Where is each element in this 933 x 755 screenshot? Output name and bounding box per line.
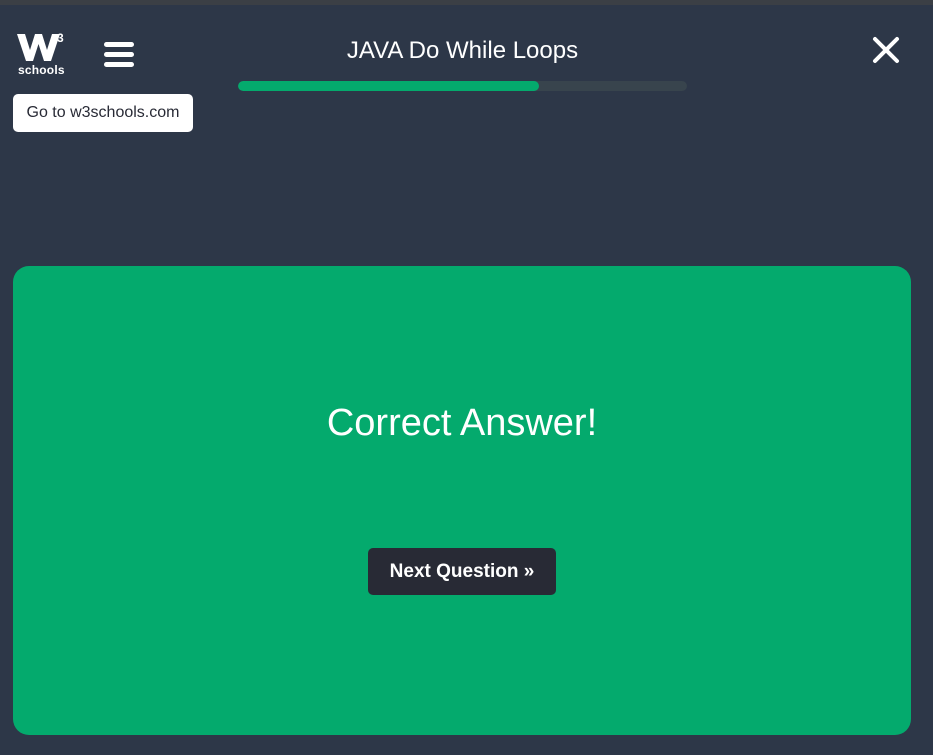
w3schools-logo[interactable]: 3 schools (16, 30, 72, 78)
next-question-button[interactable]: Next Question » (368, 548, 556, 595)
close-icon[interactable] (872, 36, 900, 64)
progress-bar (238, 81, 687, 91)
window-top-border (0, 0, 933, 5)
svg-text:3: 3 (57, 31, 64, 45)
goto-w3schools-button[interactable]: Go to w3schools.com (13, 94, 193, 132)
hamburger-menu-icon[interactable] (104, 42, 134, 68)
close-x-glyph (873, 37, 899, 63)
menu-bar (104, 62, 134, 67)
menu-bar (104, 42, 134, 47)
w3schools-logo-icon: 3 (17, 31, 64, 61)
logo-text: schools (18, 63, 65, 77)
menu-bar (104, 52, 134, 57)
progress-fill (238, 81, 539, 91)
result-message: Correct Answer! (326, 402, 598, 444)
result-card: Correct Answer! Next Question » (13, 266, 911, 735)
page-title: JAVA Do While Loops (346, 37, 579, 64)
